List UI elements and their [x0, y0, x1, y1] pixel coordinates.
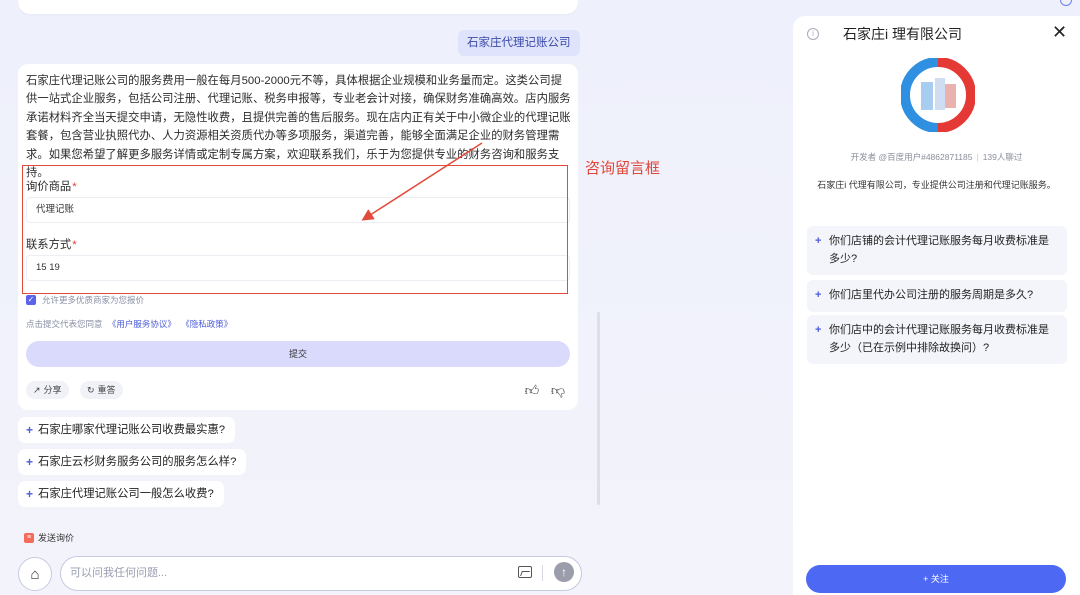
- chat-input[interactable]: 可以问我任何问题...: [60, 556, 582, 591]
- scrollbar[interactable]: [597, 312, 600, 505]
- thumbs-down-icon[interactable]: 👎︎: [548, 380, 568, 400]
- chat-count: 139人聊过: [982, 152, 1023, 162]
- previous-message-card: [18, 0, 578, 14]
- input-divider: [542, 565, 543, 581]
- agree-text: 允许更多优质商家为您报价: [42, 295, 145, 305]
- info-icon[interactable]: i: [807, 28, 819, 40]
- developer-text: 开发者 @百度用户#4862871185: [850, 152, 973, 162]
- share-button[interactable]: ↗ 分享: [26, 381, 69, 399]
- company-description: 石家庄i 代理有限公司，专业提供公司注册和代理记账服务。: [817, 180, 1056, 190]
- product-field-label: 询价商品*: [26, 181, 77, 193]
- share-icon: ↗: [33, 385, 41, 395]
- policy-row: 点击提交代表您同意 《用户服务协议》 《隐私政策》: [26, 318, 232, 330]
- contact-field[interactable]: 15 19: [26, 255, 570, 281]
- regenerate-button[interactable]: ↻ 重答: [80, 381, 123, 399]
- plus-icon: +: [815, 235, 822, 247]
- developer-line: 开发者 @百度用户#4862871185 | 139人聊过: [850, 152, 1023, 162]
- suggestion-item[interactable]: + 石家庄云杉财务服务公司的服务怎么样?: [18, 449, 247, 475]
- agree-checkbox[interactable]: ✓: [26, 295, 36, 305]
- panel-title: 石家庄i 理有限公司: [843, 26, 962, 42]
- plus-icon: +: [815, 289, 822, 301]
- policy-prefix: 点击提交代表您同意: [26, 319, 103, 329]
- close-icon[interactable]: ✕: [1052, 22, 1067, 42]
- plus-icon: +: [26, 423, 34, 437]
- contact-field-label: 联系方式*: [26, 239, 77, 251]
- agent-info-panel: i 石家庄i 理有限公司 ✕ 开发者 @百度用户#4862871185 | 139人…: [793, 16, 1080, 595]
- image-upload-icon[interactable]: [518, 566, 532, 578]
- send-inquiry-button[interactable]: ≡ 发送询价: [24, 531, 74, 544]
- company-logo: [901, 58, 975, 132]
- shop-icon[interactable]: ⌂: [18, 557, 52, 591]
- follow-button[interactable]: + 关注: [806, 565, 1066, 593]
- agree-row[interactable]: ✓ 允许更多优质商家为您报价: [26, 294, 144, 306]
- submit-button[interactable]: 提交: [26, 341, 570, 367]
- privacy-policy-link[interactable]: 《隐私政策》: [181, 319, 232, 329]
- suggestion-item[interactable]: + 石家庄哪家代理记账公司收费最实惠?: [18, 417, 236, 443]
- plus-icon: +: [26, 455, 34, 469]
- answer-text: 石家庄代理记账公司的服务费用一般在每月500-2000元不等，具体根据企业规模和…: [26, 75, 571, 180]
- suggested-question[interactable]: + 你们店铺的会计代理记账服务每月收费标准是多少?: [807, 226, 1067, 275]
- suggested-question[interactable]: + 你们店中的会计代理记账服务每月收费标准是多少（已在示例中排除故换问）?: [807, 315, 1067, 364]
- plus-icon: +: [815, 324, 822, 336]
- plus-icon: +: [26, 487, 34, 501]
- suggestion-item[interactable]: + 石家庄代理记账公司一般怎么收费?: [18, 481, 224, 507]
- thumbs-up-icon[interactable]: 👍︎: [522, 380, 542, 400]
- product-field[interactable]: 代理记账: [26, 197, 570, 223]
- suggested-question[interactable]: + 你们店里代办公司注册的服务周期是多久?: [807, 280, 1067, 312]
- user-query-bubble: 石家庄代理记账公司: [458, 30, 580, 56]
- help-icon[interactable]: [1060, 0, 1072, 6]
- send-icon[interactable]: ↑: [554, 562, 574, 582]
- annotation-label: 咨询留言框: [585, 160, 661, 177]
- inquiry-icon: ≡: [24, 532, 34, 543]
- refresh-icon: ↻: [87, 385, 95, 395]
- user-agreement-link[interactable]: 《用户服务协议》: [108, 319, 176, 329]
